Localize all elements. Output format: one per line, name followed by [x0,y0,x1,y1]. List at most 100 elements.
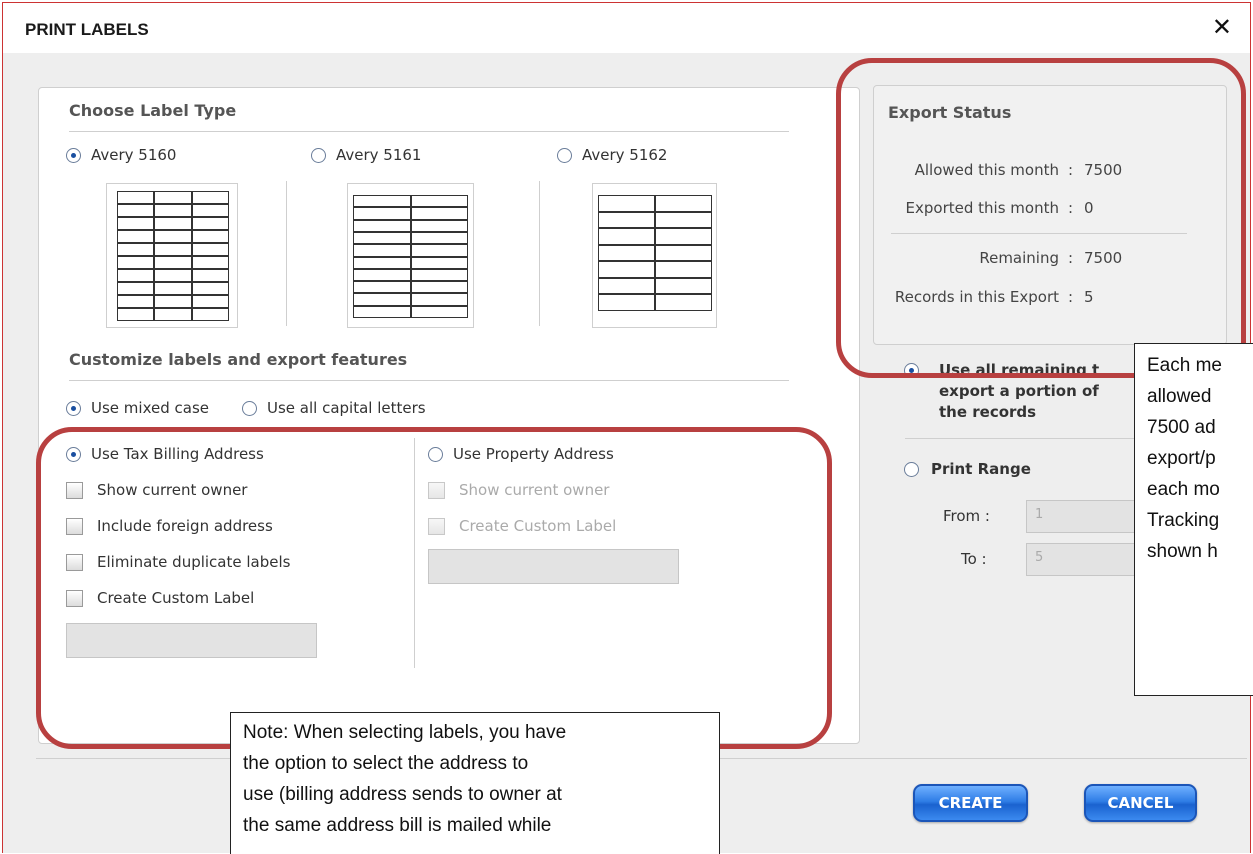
label-cell [117,243,155,256]
label-cell [117,217,155,230]
avery-5161-radio[interactable] [311,147,326,163]
property-custom-label-option[interactable]: Create Custom Label [428,517,616,535]
tax-custom-label-input[interactable] [66,623,317,658]
export-status-panel: Export Status Allowed this month : 7500 … [873,85,1227,345]
remaining-label: Remaining [979,249,1059,267]
label-options-panel: Choose Label Type Avery 5160 Avery 5161 … [38,87,860,744]
label-cell [598,277,655,295]
avery-5160-option[interactable]: Avery 5160 [66,146,176,164]
records-value: 5 [1084,288,1094,306]
avery-5161-option[interactable]: Avery 5161 [311,146,421,164]
address-column-divider [414,438,415,668]
property-custom-label-label: Create Custom Label [459,517,617,535]
avery-5162-option[interactable]: Avery 5162 [557,146,667,164]
label-cell [353,293,411,306]
create-button[interactable]: CREATE [913,784,1028,822]
label-cell [154,217,192,230]
property-address-option[interactable]: Use Property Address [428,445,614,463]
exported-colon: : [1068,199,1074,217]
callout-bottom-line-4: the same address bill is mailed while [243,815,552,836]
foreign-address-label: Include foreign address [97,517,273,535]
tax-show-owner-checkbox[interactable] [66,481,83,499]
avery-5162-preview[interactable] [592,183,717,328]
use-all-remaining-radio[interactable] [904,363,919,378]
label-cell [117,282,155,295]
cancel-button[interactable]: CANCEL [1084,784,1197,822]
customize-divider [69,380,789,381]
eliminate-duplicates-checkbox[interactable] [66,553,83,571]
label-cell [410,244,468,257]
foreign-address-option[interactable]: Include foreign address [66,517,273,535]
print-range-radio[interactable] [904,461,919,477]
label-cell [117,295,155,308]
label-cell [154,230,192,243]
eliminate-duplicates-label: Eliminate duplicate labels [97,553,291,571]
label-cell [191,269,229,282]
records-colon: : [1068,288,1074,306]
tax-custom-label-label: Create Custom Label [97,589,255,607]
avery-5161-label: Avery 5161 [336,146,422,164]
tax-show-owner-label: Show current owner [97,481,248,499]
label-cell [353,219,411,232]
label-cell [154,191,192,204]
label-cell [117,269,155,282]
avery-5161-preview[interactable] [347,183,474,328]
label-cell [154,269,192,282]
capital-letters-option[interactable]: Use all capital letters [242,399,426,417]
use-all-line-2: export a portion of [939,382,1099,400]
avery-5160-radio[interactable] [66,147,81,163]
label-cell [598,261,655,278]
property-custom-label-checkbox[interactable] [428,517,445,535]
label-cell [353,305,411,318]
tax-billing-option[interactable]: Use Tax Billing Address [66,445,264,463]
eliminate-duplicates-option[interactable]: Eliminate duplicate labels [66,553,290,571]
use-all-remaining-option[interactable]: Use all remaining t export a portion of … [904,360,1099,423]
tax-billing-radio[interactable] [66,446,81,462]
label-cell [117,256,155,269]
close-icon[interactable]: ✕ [1212,15,1232,39]
callout-bottom-line-1: Note: When selecting labels, you have [243,722,567,743]
capital-letters-label: Use all capital letters [267,399,426,417]
callout-right-line-2: allowed [1147,386,1212,407]
capital-letters-radio[interactable] [242,400,257,416]
mixed-case-option[interactable]: Use mixed case [66,399,209,417]
label-cell [655,244,712,262]
label-type-heading: Choose Label Type [69,101,237,120]
callout-bottom-line-2: the option to select the address to [243,753,529,774]
from-label: From : [943,507,990,525]
allowed-label: Allowed this month [914,161,1059,179]
to-input[interactable]: 5 [1026,543,1136,576]
property-show-owner-checkbox[interactable] [428,481,445,499]
label-cell [117,191,155,204]
label-cell [191,230,229,243]
use-all-line-1: Use all remaining t [939,361,1100,379]
avery-5162-radio[interactable] [557,147,572,163]
callout-right-line-4: export/p [1147,448,1216,469]
property-address-radio[interactable] [428,446,443,462]
use-all-remaining-label: Use all remaining t export a portion of … [939,360,1099,423]
tax-show-owner-option[interactable]: Show current owner [66,481,247,499]
tax-custom-label-option[interactable]: Create Custom Label [66,589,254,607]
label-cell [410,305,468,318]
exported-label: Exported this month [905,199,1059,217]
label-cell [410,231,468,245]
label-cell [154,295,192,308]
print-range-option[interactable]: Print Range [904,460,1031,478]
label-cell [410,281,468,294]
label-cell [191,282,229,295]
avery-5160-preview[interactable] [106,183,238,328]
property-show-owner-option[interactable]: Show current owner [428,481,609,499]
property-custom-label-input[interactable] [428,549,679,584]
label-cell [191,243,229,256]
callout-right-line-1: Each me [1147,355,1222,376]
tax-custom-label-checkbox[interactable] [66,589,83,607]
label-cell [353,207,411,220]
foreign-address-checkbox[interactable] [66,517,83,535]
label-cell [353,231,411,245]
tax-billing-label: Use Tax Billing Address [91,445,264,463]
mixed-case-label: Use mixed case [91,399,209,417]
from-input[interactable]: 1 [1026,500,1136,533]
label-cell [154,256,192,269]
mixed-case-radio[interactable] [66,400,81,416]
label-cell [353,244,411,257]
